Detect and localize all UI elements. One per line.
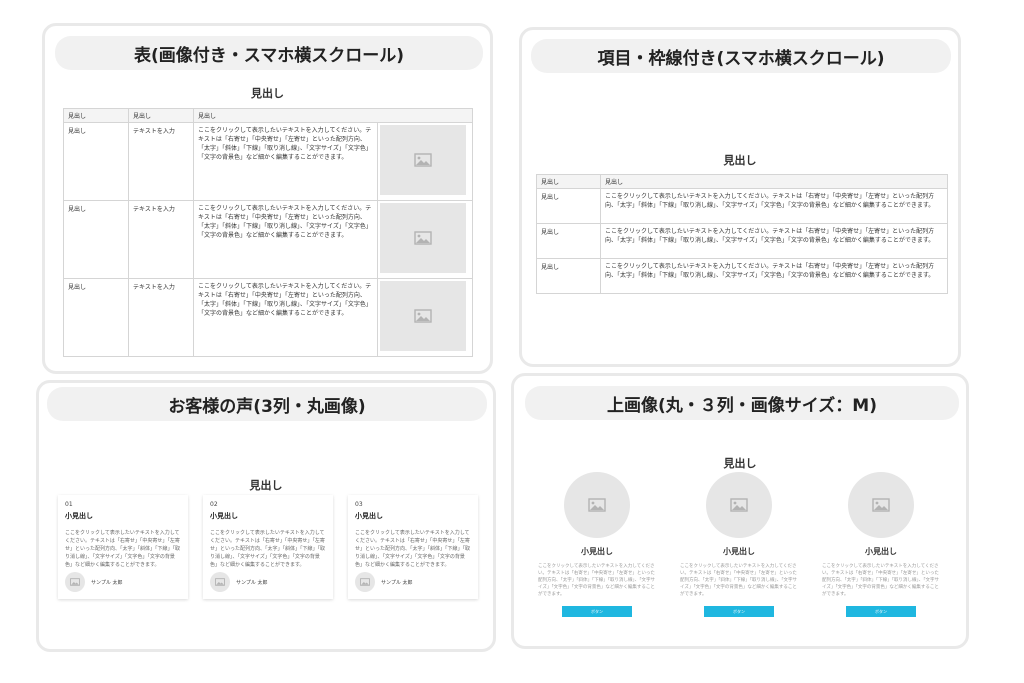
table-header-row: 見出し 見出し xyxy=(536,174,948,189)
card-number: 03 xyxy=(355,501,363,508)
image-placeholder[interactable] xyxy=(380,125,466,195)
table-cell[interactable]: 見出し xyxy=(536,223,601,259)
panel-title: 上画像(丸・３列・画像サイズ：M) xyxy=(525,386,959,420)
column-body: ここをクリックして表示したいテキストを入力してください。テキストは「右寄せ」「中… xyxy=(538,564,655,597)
card-body: ここをクリックして表示したいテキストを入力してください。テキストは「右寄せ」「中… xyxy=(355,530,471,568)
table-header-cell: 見出し xyxy=(536,174,601,189)
image-column: 小見出し ここをクリックして表示したいテキストを入力してください。テキストは「右… xyxy=(680,472,798,617)
table-cell-description[interactable]: ここをクリックして表示したいテキストを入力してください。テキストは「右寄せ」「中… xyxy=(193,122,378,201)
column-subheading: 小見出し xyxy=(723,547,755,556)
image-icon xyxy=(872,498,890,512)
image-icon xyxy=(215,578,225,586)
column-button[interactable]: ボタン xyxy=(704,606,774,617)
card-author: サンプル 太郎 xyxy=(355,572,412,592)
card-subheading: 小見出し xyxy=(65,512,93,520)
table-cell-description[interactable]: ここをクリックして表示したいテキストを入力してください。テキストは「右寄せ」「中… xyxy=(193,278,378,357)
panel-title: 表(画像付き・スマホ横スクロール) xyxy=(55,36,483,70)
panel-customer-voice: お客様の声(3列・丸画像) 見出し 01 小見出し ここをクリックして表示したい… xyxy=(36,380,496,652)
table-header-cell: 見出し xyxy=(193,108,473,123)
column-body: ここをクリックして表示したいテキストを入力してください。テキストは「右寄せ」「中… xyxy=(822,564,939,597)
table-header-cell: 見出し xyxy=(600,174,948,189)
testimonial-card[interactable]: 03 小見出し ここをクリックして表示したいテキストを入力してください。テキスト… xyxy=(348,495,478,599)
panel-bordered-items: 項目・枠線付き(スマホ横スクロール) 見出し 見出し 見出し 見出し ここをクリ… xyxy=(519,27,961,367)
panel-table-with-images: 表(画像付き・スマホ横スクロール) 見出し 見出し 見出し 見出し 見出し テキ… xyxy=(42,23,493,374)
table-row: 見出し ここをクリックして表示したいテキストを入力してください。テキストは「右寄… xyxy=(536,188,948,224)
card-number: 01 xyxy=(65,501,73,508)
table-cell-description[interactable]: ここをクリックして表示したいテキストを入力してください。テキストは「右寄せ」「中… xyxy=(193,200,378,279)
author-name: サンプル 太郎 xyxy=(381,579,413,586)
column-subheading: 小見出し xyxy=(865,547,897,556)
circle-image-placeholder[interactable] xyxy=(848,472,914,538)
table-row: 見出し テキストを入力 ここをクリックして表示したいテキストを入力してください。… xyxy=(63,200,473,279)
card-body: ここをクリックして表示したいテキストを入力してください。テキストは「右寄せ」「中… xyxy=(65,530,181,568)
table-cell[interactable]: 見出し xyxy=(536,188,601,224)
section-heading: 見出し xyxy=(723,154,757,167)
table-header-row: 見出し 見出し 見出し xyxy=(63,108,473,123)
testimonial-card[interactable]: 01 小見出し ここをクリックして表示したいテキストを入力してください。テキスト… xyxy=(58,495,188,599)
panel-top-circle-images: 上画像(丸・３列・画像サイズ：M) 見出し 小見出し ここをクリックして表示した… xyxy=(511,373,969,649)
table-cell-description[interactable]: ここをクリックして表示したいテキストを入力してください。テキストは「右寄せ」「中… xyxy=(600,258,948,294)
image-icon xyxy=(414,153,432,167)
table-cell[interactable]: 見出し xyxy=(63,122,129,201)
table-row: 見出し ここをクリックして表示したいテキストを入力してください。テキストは「右寄… xyxy=(536,258,948,294)
panel-title: 項目・枠線付き(スマホ横スクロール) xyxy=(531,39,951,73)
image-icon xyxy=(360,578,370,586)
image-column: 小見出し ここをクリックして表示したいテキストを入力してください。テキストは「右… xyxy=(538,472,656,617)
panel-title: お客様の声(3列・丸画像) xyxy=(47,387,487,421)
table-cell[interactable]: 見出し xyxy=(536,258,601,294)
card-author: サンプル 太郎 xyxy=(65,572,122,592)
image-icon xyxy=(414,231,432,245)
table-row: 見出し テキストを入力 ここをクリックして表示したいテキストを入力してください。… xyxy=(63,122,473,201)
card-body: ここをクリックして表示したいテキストを入力してください。テキストは「右寄せ」「中… xyxy=(210,530,326,568)
data-table: 見出し 見出し 見出し 見出し テキストを入力 ここをクリックして表示したいテキ… xyxy=(63,108,473,357)
column-body: ここをクリックして表示したいテキストを入力してください。テキストは「右寄せ」「中… xyxy=(680,564,797,597)
image-column: 小見出し ここをクリックして表示したいテキストを入力してください。テキストは「右… xyxy=(822,472,940,617)
author-name: サンプル 太郎 xyxy=(91,579,123,586)
image-icon xyxy=(414,309,432,323)
author-name: サンプル 太郎 xyxy=(236,579,268,586)
testimonial-card[interactable]: 02 小見出し ここをクリックして表示したいテキストを入力してください。テキスト… xyxy=(203,495,333,599)
table-header-cell: 見出し xyxy=(63,108,129,123)
section-heading: 見出し xyxy=(249,479,283,492)
card-author: サンプル 太郎 xyxy=(210,572,267,592)
table-cell-description[interactable]: ここをクリックして表示したいテキストを入力してください。テキストは「右寄せ」「中… xyxy=(600,188,948,224)
column-button[interactable]: ボタン xyxy=(562,606,632,617)
card-subheading: 小見出し xyxy=(210,512,238,520)
table-cell[interactable]: 見出し xyxy=(63,278,129,357)
table-cell[interactable]: テキストを入力 xyxy=(128,122,194,201)
table-cell[interactable]: 見出し xyxy=(63,200,129,279)
table-row: 見出し テキストを入力 ここをクリックして表示したいテキストを入力してください。… xyxy=(63,278,473,357)
card-subheading: 小見出し xyxy=(355,512,383,520)
image-icon xyxy=(588,498,606,512)
column-subheading: 小見出し xyxy=(581,547,613,556)
table-cell[interactable]: テキストを入力 xyxy=(128,278,194,357)
section-heading: 見出し xyxy=(723,457,757,470)
section-heading: 見出し xyxy=(251,87,284,100)
circle-image-placeholder[interactable] xyxy=(706,472,772,538)
data-table: 見出し 見出し 見出し ここをクリックして表示したいテキストを入力してください。… xyxy=(536,174,948,294)
table-image-cell xyxy=(377,122,473,201)
column-button[interactable]: ボタン xyxy=(846,606,916,617)
table-cell[interactable]: テキストを入力 xyxy=(128,200,194,279)
card-number: 02 xyxy=(210,501,218,508)
avatar xyxy=(210,572,230,592)
image-icon xyxy=(730,498,748,512)
table-image-cell xyxy=(377,200,473,279)
table-cell-description[interactable]: ここをクリックして表示したいテキストを入力してください。テキストは「右寄せ」「中… xyxy=(600,223,948,259)
avatar xyxy=(355,572,375,592)
image-placeholder[interactable] xyxy=(380,281,466,351)
image-placeholder[interactable] xyxy=(380,203,466,273)
image-icon xyxy=(70,578,80,586)
circle-image-placeholder[interactable] xyxy=(564,472,630,538)
avatar xyxy=(65,572,85,592)
table-image-cell xyxy=(377,278,473,357)
table-header-cell: 見出し xyxy=(128,108,194,123)
table-row: 見出し ここをクリックして表示したいテキストを入力してください。テキストは「右寄… xyxy=(536,223,948,259)
